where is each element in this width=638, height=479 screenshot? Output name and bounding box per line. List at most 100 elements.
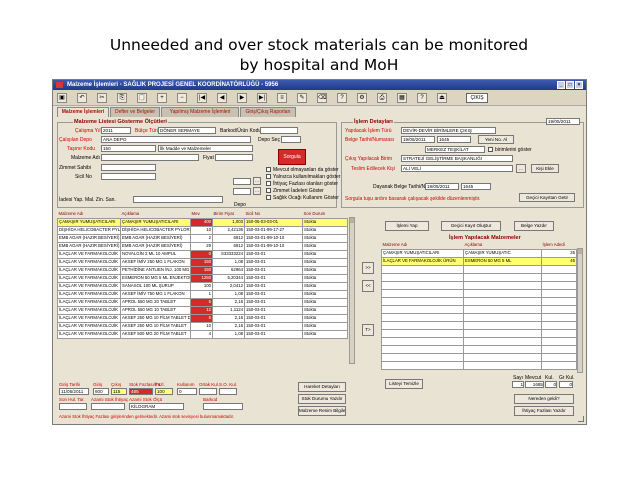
hareket-detaylari-button[interactable]: Hareket Detayları <box>298 382 346 392</box>
selected-row[interactable] <box>381 328 577 338</box>
gecici-kayit-getir-button[interactable]: Geçici Kayıttan Getir <box>519 193 575 202</box>
undo-icon[interactable]: ↶ <box>77 93 87 103</box>
cikis-birim-field[interactable]: STRATEJİ GELİŞTİRME BAŞKANLIĞI <box>401 155 513 162</box>
azami-field[interactable] <box>91 403 125 410</box>
selected-row[interactable] <box>381 336 577 346</box>
prev-icon[interactable]: ◀ <box>217 93 227 103</box>
ortak-field[interactable] <box>199 388 217 395</box>
cut-icon[interactable]: ✂ <box>97 93 107 103</box>
delete-record-icon[interactable]: − <box>177 93 187 103</box>
table-row[interactable]: İLAÇLAR VE FARMAKOLOJİK SANASOL 100 ML ŞU… <box>57 281 348 291</box>
kisi-ekle-button[interactable]: Kişi Ekle <box>531 164 559 173</box>
calendar-icon[interactable]: ▦ <box>397 93 407 103</box>
material-col-header[interactable]: Son Durum <box>302 211 348 218</box>
belge-yazdir-button[interactable]: Belge Yazdır <box>514 221 554 231</box>
cikis-field[interactable]: 115 <box>111 388 127 395</box>
resize-grip-icon[interactable] <box>578 416 584 422</box>
stok-durumu-yazdir-button[interactable]: Stok Durumu Yazdır <box>298 394 346 404</box>
filter-checkbox-1[interactable] <box>266 174 271 179</box>
table-row[interactable]: İLAÇLAR VE FARMAKOLOJİK APROL 550 MG 10 T… <box>57 305 348 315</box>
belge-tarih-field[interactable]: 19/05/2011 <box>401 136 435 143</box>
barkod-bottom-field[interactable] <box>203 403 243 410</box>
last-icon[interactable]: ▶| <box>257 93 267 103</box>
print-icon[interactable]: ⎙ <box>377 93 387 103</box>
calisilan-depo-field[interactable]: ANA DEPO <box>101 136 251 143</box>
yeni-no-button[interactable]: Yeni No. Al <box>478 135 514 144</box>
table-row[interactable]: İLAÇLAR VE FARMAKOLOJİK AKSEF 250 MG 10 F… <box>57 313 348 323</box>
sokul-field[interactable] <box>219 388 237 395</box>
nereden-geldi-button[interactable]: Nereden geldi? <box>514 394 574 404</box>
dayanak-no-field[interactable]: 1645 <box>461 183 491 190</box>
material-col-header[interactable]: Sicil No <box>244 211 303 218</box>
depo-sec-field[interactable] <box>281 136 301 143</box>
selected-col-header[interactable]: Malzeme Adı <box>381 242 464 249</box>
ihtiyac-fazlasi-button[interactable]: İhtiyaç Fazlası Yazdır <box>514 406 574 416</box>
paste-icon[interactable]: 📋 <box>137 93 147 103</box>
belge-no-field[interactable]: 1645 <box>437 136 471 143</box>
merkez-field[interactable]: MERKEZ TEŞKİLAT <box>425 146 485 153</box>
remove-button[interactable]: << <box>362 280 374 292</box>
giris-field[interactable]: 600 <box>93 388 109 395</box>
help-icon[interactable]: ? <box>417 93 427 103</box>
islemi-yap-button[interactable]: İşlemi Yap <box>385 221 429 231</box>
selected-col-header[interactable]: Açıklama <box>463 242 542 249</box>
filter-checkbox-2[interactable] <box>266 181 271 186</box>
selected-cell[interactable]: İLAÇLAR VE FARMAKOLOJİK ÜRÜN <box>381 256 464 266</box>
run-query-icon[interactable]: ⚙ <box>357 93 367 103</box>
selected-row[interactable] <box>381 272 577 282</box>
calisma-yili-field[interactable]: 2011 <box>101 127 131 134</box>
yapilacak-field[interactable]: DEVİR-DEVİR BİRİMLERE ÇIKIŞ <box>401 127 496 134</box>
close-button[interactable]: × <box>575 81 583 89</box>
clear-icon[interactable]: ⌫ <box>317 93 327 103</box>
selected-row[interactable] <box>381 280 577 290</box>
fiyat-field[interactable] <box>215 154 253 161</box>
first-icon[interactable]: |◀ <box>197 93 207 103</box>
material-scrollbar[interactable] <box>349 217 355 364</box>
new-record-icon[interactable]: + <box>157 93 167 103</box>
table-row[interactable]: İLAÇLAR VE FARMAKOLOJİK AKSEF İMİV 750 MG… <box>57 289 348 299</box>
tab-defter-belgeler[interactable]: Defter ve Belgeler <box>110 107 160 117</box>
teslim-lookup-button[interactable]: … <box>516 164 526 173</box>
selected-scrollbar[interactable] <box>577 248 583 373</box>
selected-cell[interactable]: ÇAMAŞIR YUMUŞATIC <box>463 248 542 258</box>
table-row[interactable]: İLAÇLAR VE FARMAKOLOJİK AKSEF 250 MG 10 F… <box>57 321 348 331</box>
teslim-field[interactable]: ALİ VELİ <box>401 165 513 172</box>
table-row[interactable]: ÇAMAŞIR YUMUŞATICILARI ÇAMAŞIR YUMUŞATICI… <box>57 217 348 227</box>
save-icon[interactable]: ▣ <box>57 93 67 103</box>
filter-checkbox-0[interactable] <box>266 167 271 172</box>
table-row[interactable]: İLAÇLAR VE FARMAKOLOJİK NOVALGİN 2 ML 10 … <box>57 249 348 259</box>
selected-row[interactable] <box>381 264 577 274</box>
selected-cell[interactable]: ÇAMAŞIR YUMUŞATICILARI <box>381 248 464 258</box>
stok-field[interactable]: 485 <box>129 388 153 395</box>
lookup-button[interactable]: … <box>253 177 261 185</box>
selected-row[interactable] <box>381 320 577 330</box>
tab-giris-cikis-raporlari[interactable]: Giriş/Çıkış Raporları <box>240 107 296 117</box>
selected-row[interactable] <box>381 304 577 314</box>
exit-button[interactable]: ÇIKIŞ <box>466 93 488 103</box>
table-row[interactable]: EMB AGAR (HAZIR BESİYERİ) EMB AGAR (HAZIR… <box>57 233 348 243</box>
next-icon[interactable]: ▶ <box>237 93 247 103</box>
selected-row[interactable] <box>381 296 577 306</box>
material-col-header[interactable]: Malzeme Adı <box>57 211 121 218</box>
table-row[interactable]: İLAÇLAR VE FARMAKOLOJİK APROL 550 MG 20 T… <box>57 297 348 307</box>
selected-row[interactable] <box>381 352 577 362</box>
gecici-kayit-button[interactable]: Geçici Kayıt Oluştur <box>441 221 501 231</box>
selected-row[interactable] <box>381 344 577 354</box>
selected-row[interactable]: ÇAMAŞIR YUMUŞATICILARI ÇAMAŞIR YUMUŞATIC 2… <box>381 248 577 258</box>
tab-malzeme-islemleri[interactable]: Malzeme İşlemleri <box>57 107 109 117</box>
material-col-header[interactable]: Açıklama <box>120 211 191 218</box>
selected-row[interactable] <box>381 360 577 370</box>
material-col-header[interactable]: Birim Fiyat <box>212 211 245 218</box>
filter-checkbox-3[interactable] <box>266 188 271 193</box>
move-button[interactable]: T> <box>362 324 374 336</box>
iadesi-field[interactable] <box>133 196 223 203</box>
list-icon[interactable]: ≡ <box>277 93 287 103</box>
kullanim-field[interactable]: 0 <box>177 388 197 395</box>
selected-cell[interactable]: ESMERON 50 MG 5 ML <box>463 256 542 266</box>
copy-icon[interactable]: ⎘ <box>117 93 127 103</box>
sorgula-button[interactable]: Sorgula <box>278 149 306 165</box>
table-row[interactable]: EMB AGAR (HAZIR BESİYERİ) EMB AGAR (HAZIR… <box>57 241 348 251</box>
minimize-button[interactable]: _ <box>557 81 565 89</box>
table-row[interactable]: İLAÇLAR VE FARMAKOLOJİK ESMERON 50 MG 5 M… <box>57 273 348 283</box>
fazi-field[interactable]: 100 <box>155 388 173 395</box>
